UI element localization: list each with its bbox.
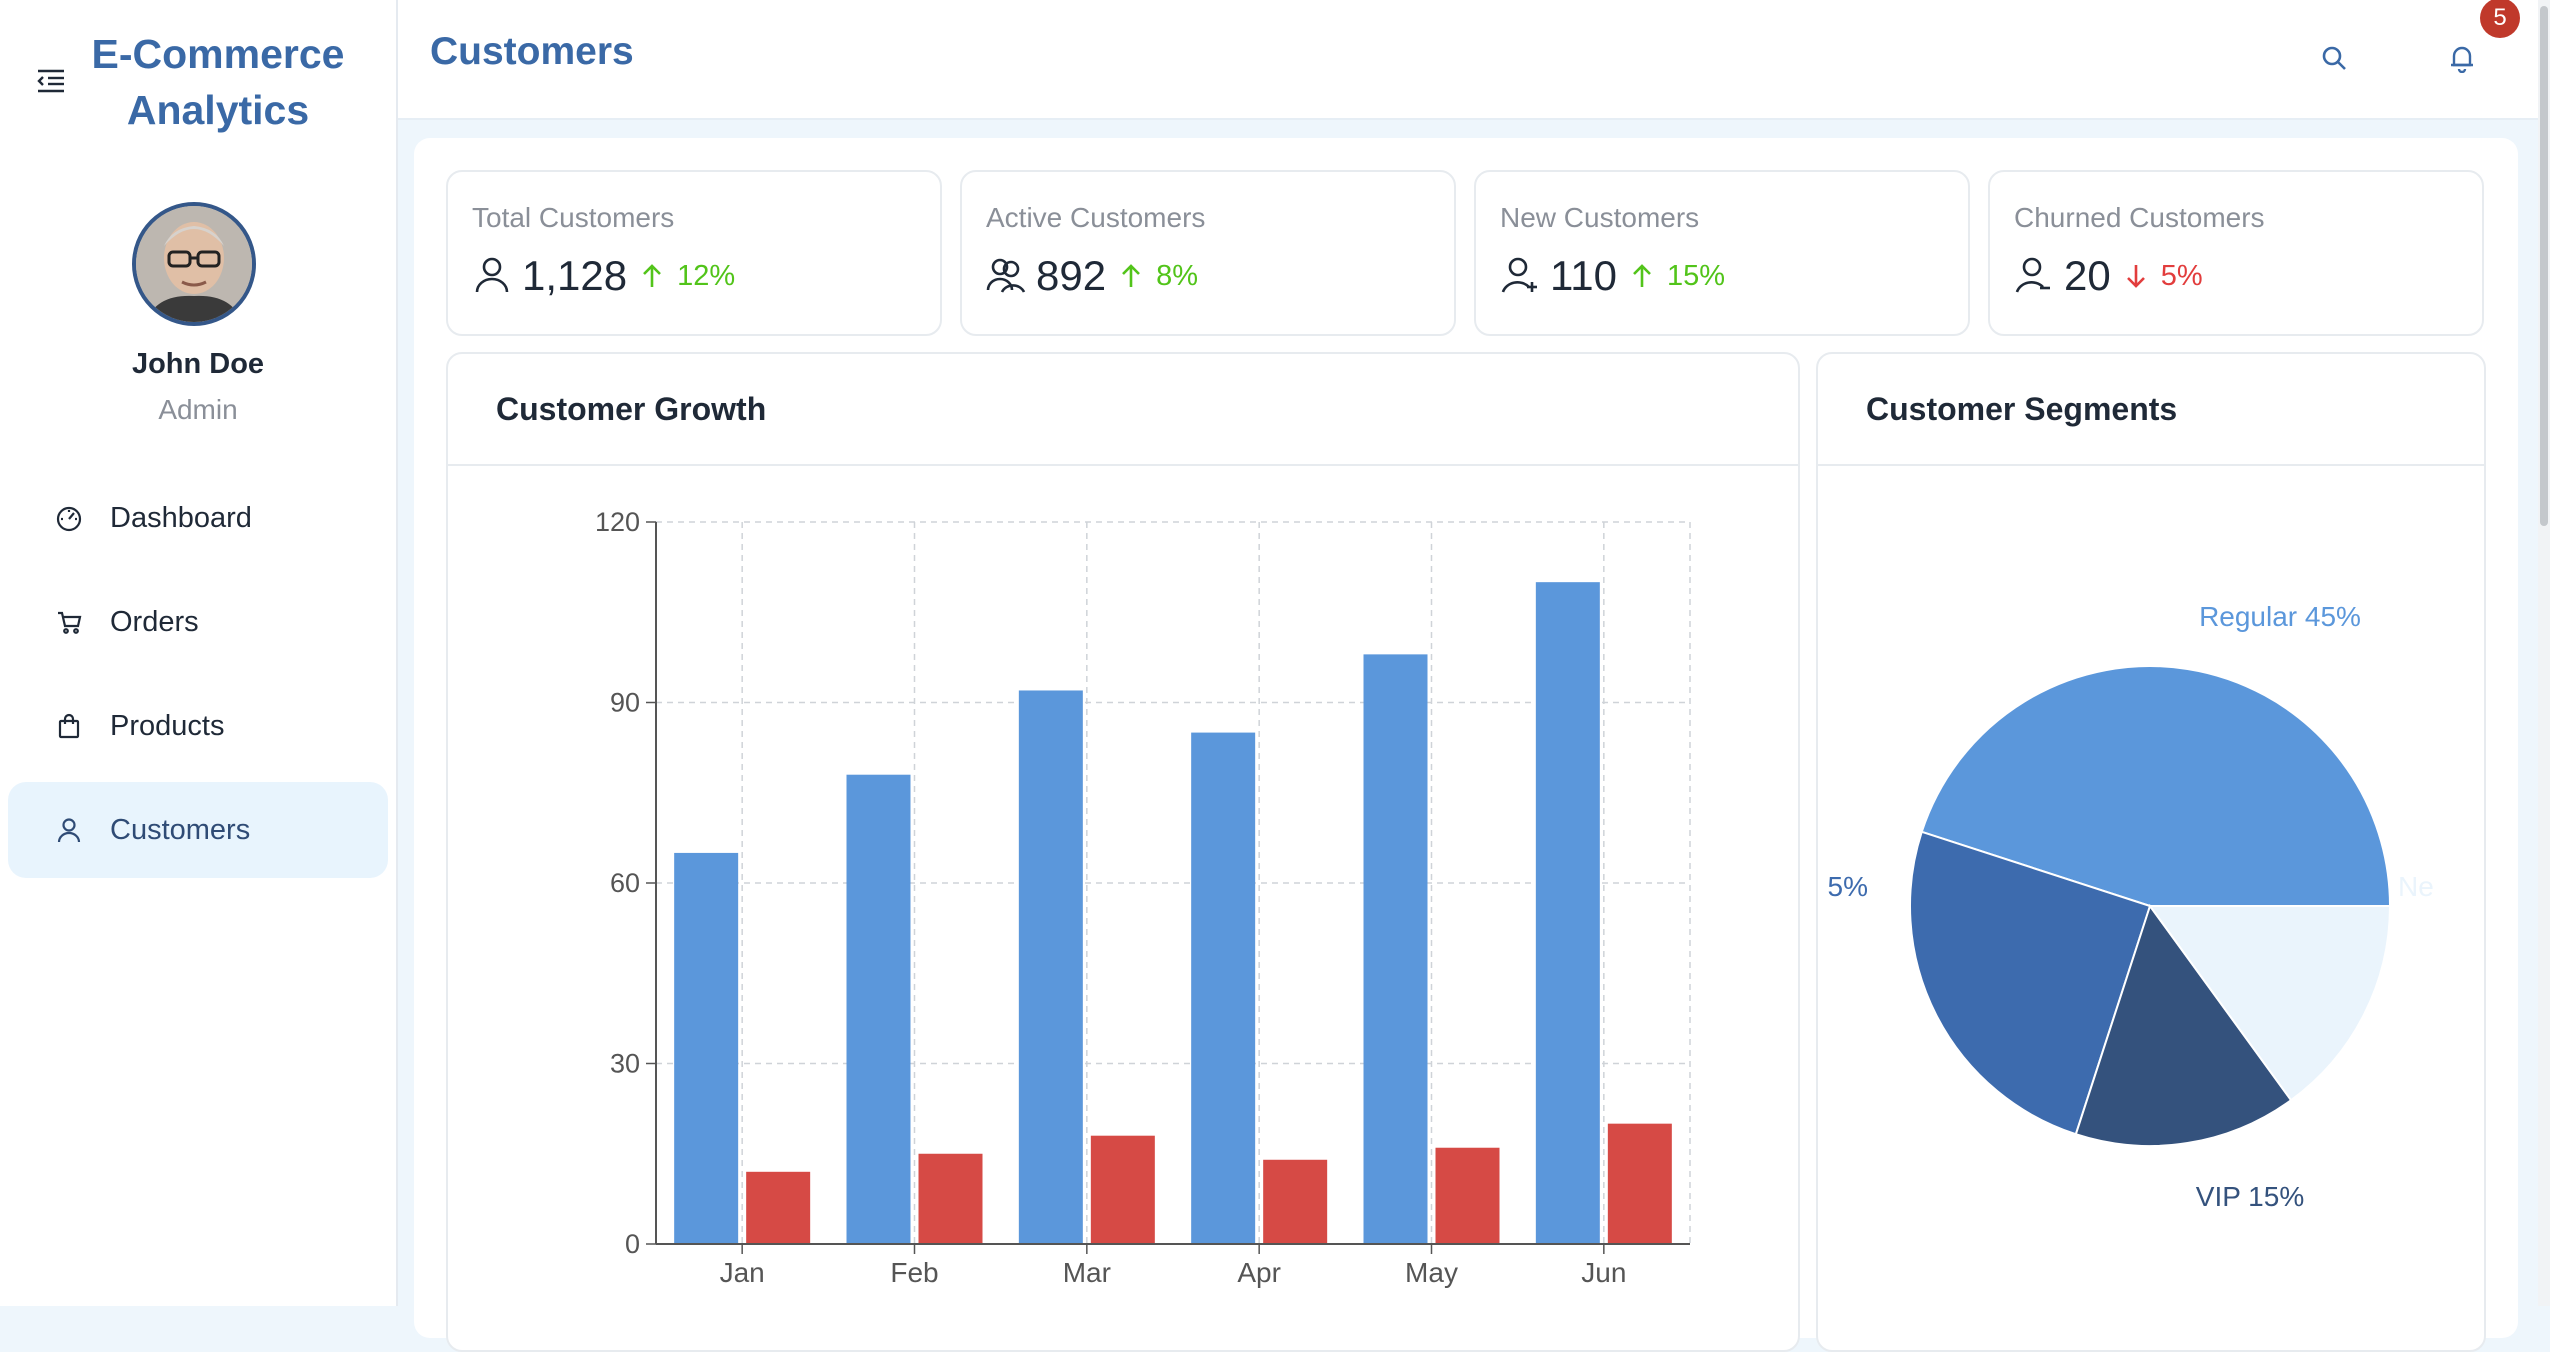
arrow-up-icon: [643, 264, 662, 287]
x-tick-label: Feb: [890, 1257, 938, 1288]
stat-value: 110: [1550, 252, 1617, 299]
stat-trend-value: 8%: [1156, 259, 1198, 292]
customer-growth-chart: 0 30 60 90 120 Jan Feb Mar Apr May Jun: [595, 507, 1691, 1288]
sidebar-item-label: Products: [110, 709, 225, 742]
y-tick-label: 30: [610, 1049, 640, 1079]
arrow-up-icon: [1633, 264, 1651, 287]
stat-value: 892: [1036, 252, 1107, 299]
stat-card-new: New Customers 110 15%: [1474, 170, 1970, 336]
user-icon: [54, 815, 84, 845]
stat-card-active: Active Customers 892 8%: [960, 170, 1456, 336]
card-title: Customer Segments: [1818, 354, 2484, 466]
bar[interactable]: [746, 1171, 811, 1244]
card-title: Customer Growth: [448, 354, 1798, 466]
user-delete-icon: [2014, 254, 2054, 299]
avatar[interactable]: [132, 202, 256, 326]
bar[interactable]: [1090, 1135, 1155, 1244]
scrollbar-thumb[interactable]: [2540, 6, 2548, 526]
bar[interactable]: [918, 1153, 983, 1244]
search-icon[interactable]: [2314, 38, 2354, 78]
sidebar-nav: Dashboard Orders Products Customers: [8, 470, 388, 886]
sidebar-item-customers[interactable]: Customers: [8, 782, 388, 878]
stat-label: Churned Customers: [2014, 202, 2265, 233]
stat-trend: 5%: [2125, 260, 2203, 293]
shopping-bag-icon: [54, 711, 84, 741]
bell-icon[interactable]: [2442, 38, 2482, 78]
customer-segments-card: Customer Segments Regular 45% 5% VIP 15% Ne: [1816, 352, 2486, 1352]
x-tick-label: Jan: [720, 1257, 765, 1288]
arrow-up-icon: [1122, 264, 1140, 287]
user-icon: [472, 254, 512, 299]
pie-slice-label: Regular 45%: [2199, 601, 2361, 632]
user-add-icon: [1500, 254, 1540, 299]
bar[interactable]: [1018, 690, 1083, 1244]
sidebar-item-products[interactable]: Products: [8, 678, 388, 774]
sidebar-item-label: Dashboard: [110, 501, 252, 534]
sidebar-item-label: Orders: [110, 605, 199, 638]
brand-line-1: E-Commerce: [91, 31, 345, 77]
stat-label: New Customers: [1500, 202, 1700, 233]
bar[interactable]: [1535, 582, 1600, 1244]
stat-trend-value: 12%: [677, 259, 736, 292]
scrollbar[interactable]: [2538, 0, 2550, 1306]
stat-card-total: Total Customers 1,128 12%: [446, 170, 942, 336]
brand-line-2: Analytics: [126, 87, 310, 133]
stat-trend: 12%: [641, 260, 735, 293]
x-tick-label: May: [1405, 1257, 1458, 1288]
stat-value: 20: [2064, 252, 2111, 299]
y-tick-label: 0: [625, 1229, 640, 1259]
bar[interactable]: [1363, 654, 1428, 1244]
bar[interactable]: [674, 852, 739, 1244]
x-tick-label: Jun: [1581, 1257, 1626, 1288]
stat-label: Active Customers: [986, 202, 1206, 233]
x-tick-label: Apr: [1237, 1257, 1281, 1288]
customer-segments-chart: Regular 45% 5% VIP 15% Ne: [1828, 601, 2434, 1212]
sidebar-item-dashboard[interactable]: Dashboard: [8, 470, 388, 566]
stat-card-churned: Churned Customers 20 5%: [1988, 170, 2484, 336]
stat-trend: 8%: [1120, 260, 1198, 293]
pie-slice-label: Ne: [2398, 871, 2434, 902]
user-role: Admin: [158, 394, 238, 425]
bar[interactable]: [846, 774, 911, 1244]
team-icon: [986, 254, 1026, 299]
cart-icon: [54, 607, 84, 637]
sidebar-item-label: Customers: [110, 813, 251, 846]
stat-label: Total Customers: [472, 202, 675, 233]
stat-trend-value: 5%: [2160, 259, 2203, 292]
stat-trend: 15%: [1631, 260, 1725, 293]
app-brand: E-Commerce Analytics: [70, 26, 366, 138]
stat-value: 1,128: [522, 252, 628, 299]
y-tick-label: 60: [610, 868, 640, 898]
customer-growth-card: Customer Growth 0 30 60 90 120 Jan Feb Mar Apr Ma…: [446, 352, 1800, 1352]
bar[interactable]: [1607, 1123, 1672, 1244]
menu-fold-icon[interactable]: [34, 66, 68, 96]
page-title: Customers: [430, 30, 634, 73]
user-name: John Doe: [131, 348, 265, 380]
stat-trend-value: 15%: [1666, 259, 1726, 292]
y-tick-label: 90: [610, 688, 640, 718]
top-header: Customers: [398, 0, 2538, 120]
pie-slice-label: 5%: [1828, 871, 1868, 902]
dashboard-icon: [54, 503, 84, 533]
pie-slice-label: VIP 15%: [2196, 1181, 2304, 1212]
bar[interactable]: [1263, 1159, 1328, 1244]
bar[interactable]: [1191, 732, 1256, 1244]
arrow-down-icon: [2126, 265, 2145, 288]
sidebar: E-Commerce Analytics John Doe Admin Dash…: [0, 0, 398, 1306]
content-panel: Total Customers 1,128 12% Active Custome…: [414, 138, 2518, 1352]
bar[interactable]: [1435, 1147, 1500, 1244]
y-tick-label: 120: [595, 507, 640, 537]
sidebar-item-orders[interactable]: Orders: [8, 574, 388, 670]
x-tick-label: Mar: [1063, 1257, 1111, 1288]
